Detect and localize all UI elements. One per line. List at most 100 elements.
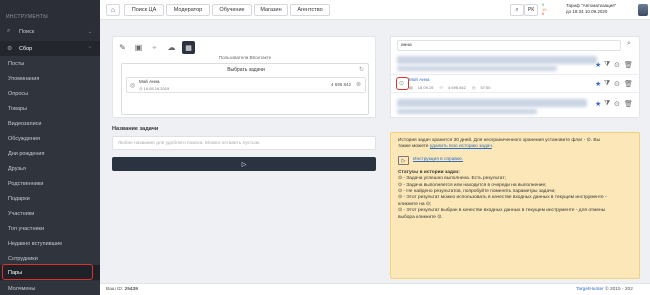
copyright: TargetHunter © 2015 - 202 <box>576 287 633 292</box>
sidebar-item-videos[interactable]: Видеозаписи <box>0 116 100 131</box>
map-pin-icon[interactable]: ⌖ <box>148 41 161 54</box>
sidebar-item-discussions[interactable]: Обсуждения <box>0 131 100 146</box>
video-play-icon: ▷ <box>398 155 409 165</box>
task-name-input[interactable]: Любое название для удобного поиска. Можн… <box>112 136 376 150</box>
sidebar: ИНСТРУМЕНТЫ ⌕ Поиск ⌄ ⚙ Сбор ⌃ Посты Упо… <box>0 0 100 295</box>
task-date: ◷ 19.05.16 2019 <box>139 86 170 91</box>
history-search-input[interactable]: анна <box>397 40 621 51</box>
result-time: 57:00 <box>480 85 491 90</box>
nav-moderator[interactable]: Модератор <box>166 4 210 16</box>
sidebar-item-friends[interactable]: Друзья <box>0 161 100 176</box>
task-name: Мой Анна <box>139 79 160 84</box>
search-icon[interactable]: ⌕ <box>627 40 631 48</box>
rk-button[interactable]: РК <box>524 4 538 16</box>
task-count: 4 696 842 <box>330 82 351 87</box>
chevron-up-icon: ⌃ <box>87 45 92 52</box>
brand-link[interactable]: TargetHunter <box>576 287 604 292</box>
filter-icon[interactable]: ⧩ <box>604 61 610 69</box>
tariff-expiry: до 18:34 10.09.2020 <box>566 9 608 14</box>
blurred-row <box>397 99 587 107</box>
users-icon: ⚇ <box>439 85 444 90</box>
flag-icon[interactable]: ⊙ <box>614 100 620 108</box>
check-circle-icon: ◎ <box>130 83 136 89</box>
sidebar-item-collect[interactable]: ⚙ Сбор ⌃ <box>0 41 100 56</box>
play-icon: ▷ <box>241 161 247 168</box>
footer: Ваш ID: 25439 TargetHunter © 2015 - 202 <box>100 283 650 295</box>
task-date-value: 19.05.16 2019 <box>143 86 170 91</box>
nav-shop[interactable]: Магазин <box>254 4 288 16</box>
history-row[interactable]: ⊙ Мой Анна ▤ 15.09.19 ⚇ 4 696 842 ◷ 57:00 ★… <box>391 74 641 93</box>
sidebar-item-search[interactable]: ⌕ Поиск ⌄ <box>0 24 100 39</box>
sidebar-item-gifts[interactable]: Подарки <box>0 191 100 206</box>
counters: 0 10 0 <box>542 2 546 17</box>
notice-text: . <box>491 144 494 150</box>
blurred-row <box>397 109 537 114</box>
sidebar-item-goods[interactable]: Товары <box>0 101 100 116</box>
vk-id-value: 25439 <box>124 287 138 292</box>
trash-icon[interactable]: 🗑 <box>624 80 633 88</box>
select-tasks-label[interactable]: Выбрать задачи <box>122 67 370 73</box>
refresh-icon[interactable]: ↻ <box>359 66 364 73</box>
search-icon: ⌕ <box>7 28 11 34</box>
status-item: выбора кликните ⊙. <box>398 214 443 220</box>
selected-task[interactable]: ◎ Мой Анна ◷ 19.05.16 2019 4 696 842 ⊗ <box>126 77 366 93</box>
blurred-row <box>397 56 597 64</box>
avatar[interactable] <box>638 4 648 16</box>
sidebar-item-polls[interactable]: Опросы <box>0 86 100 101</box>
nav-agency[interactable]: Агентство <box>290 4 330 16</box>
delete-history-link[interactable]: удалить всю историю задач <box>430 144 492 149</box>
blurred-row <box>397 66 557 71</box>
result-date: 15.09.19 <box>417 85 434 90</box>
sidebar-item-members[interactable]: Участники <box>0 206 100 221</box>
star-icon[interactable]: ★ <box>595 61 601 69</box>
status-item: ⊙ - Этот результат выбран в качестве вхо… <box>398 208 606 214</box>
task-select-box: Выбрать задачи ↻ ◎ Мой Анна ◷ 19.05.16 2… <box>121 63 369 115</box>
result-meta: ▤ 15.09.19 ⚇ 4 696 842 ◷ 57:00 <box>409 85 491 90</box>
picture-icon[interactable]: ▣ <box>132 41 145 54</box>
history-notice: История задач хранится 30 дней. Для неог… <box>390 132 640 279</box>
star-icon[interactable]: ★ <box>595 100 601 108</box>
trash-icon[interactable]: 🗑 <box>624 100 633 108</box>
instruction-link[interactable]: Инструкция в справке. <box>413 157 463 163</box>
nav-audience-search[interactable]: Поиск ЦА <box>124 4 164 16</box>
highlight-box <box>396 77 409 90</box>
vk-id: Ваш ID: 25439 <box>106 287 138 292</box>
filter-icon[interactable]: ⧩ <box>604 80 610 88</box>
result-name[interactable]: Мой Анна <box>409 77 430 82</box>
star-icon[interactable]: ★ <box>595 80 601 88</box>
sidebar-item-label: Сбор <box>19 45 33 52</box>
flag-icon[interactable]: ⊙ <box>614 80 620 88</box>
cloud-upload-icon[interactable]: ☁ <box>165 41 178 54</box>
sidebar-item-top-members[interactable]: Топ участники <box>0 221 100 236</box>
flag-icon[interactable]: ⊙ <box>614 61 620 69</box>
sidebar-item-birthdays[interactable]: Дни рождения <box>0 146 100 161</box>
start-button[interactable]: ▷ <box>112 157 376 171</box>
vk-id-label: Ваш ID: <box>106 287 124 292</box>
instruction-row: ▷ Инструкция в справке. <box>398 155 632 165</box>
table-icon[interactable]: ▦ <box>182 41 195 54</box>
sidebar-item-relatives[interactable]: Родственники <box>0 176 100 191</box>
copyright-text: © 2015 - 202 <box>605 287 633 292</box>
task-name-title: Название задачи <box>112 126 159 132</box>
notice-text: также можете <box>398 144 430 150</box>
close-icon[interactable]: ⊗ <box>356 81 361 88</box>
sidebar-item-label: Поиск <box>19 28 35 35</box>
history-panel: анна ⌕ ⊙ Мой Анна ▤ 15.09.19 ⚇ 4 696 842 ◷… <box>390 36 641 118</box>
filter-icon[interactable]: ⧩ <box>604 100 610 108</box>
chevron-down-icon: ⌄ <box>87 28 92 35</box>
calendar-icon: ▤ <box>409 85 413 90</box>
sidebar-item-posts[interactable]: Посты <box>0 56 100 71</box>
sidebar-item-silent[interactable]: Молчмены <box>0 281 100 295</box>
tariff-info[interactable]: Тариф "Автоматизация" до 18:34 10.09.202… <box>566 3 616 15</box>
counter-value: 0 <box>542 11 545 16</box>
main-content: ✎ ▣ ⌖ ☁ ▦ Пользователи ВКонтакте Выбрать… <box>100 20 650 295</box>
nav-learning[interactable]: Обучение <box>212 4 252 16</box>
sidebar-item-recent-joined[interactable]: Недавно вступившие <box>0 236 100 251</box>
home-icon[interactable]: ⌂ <box>106 4 120 16</box>
edit-icon[interactable]: ✎ <box>116 41 129 54</box>
search-icon[interactable]: ⌕ <box>510 4 524 16</box>
clock-icon: ◷ <box>472 85 476 90</box>
trash-icon[interactable]: 🗑 <box>624 61 633 69</box>
sidebar-item-mentions[interactable]: Упоминания <box>0 71 100 86</box>
status-item: ⊙ - Этот результат можно использовать в … <box>398 195 607 201</box>
